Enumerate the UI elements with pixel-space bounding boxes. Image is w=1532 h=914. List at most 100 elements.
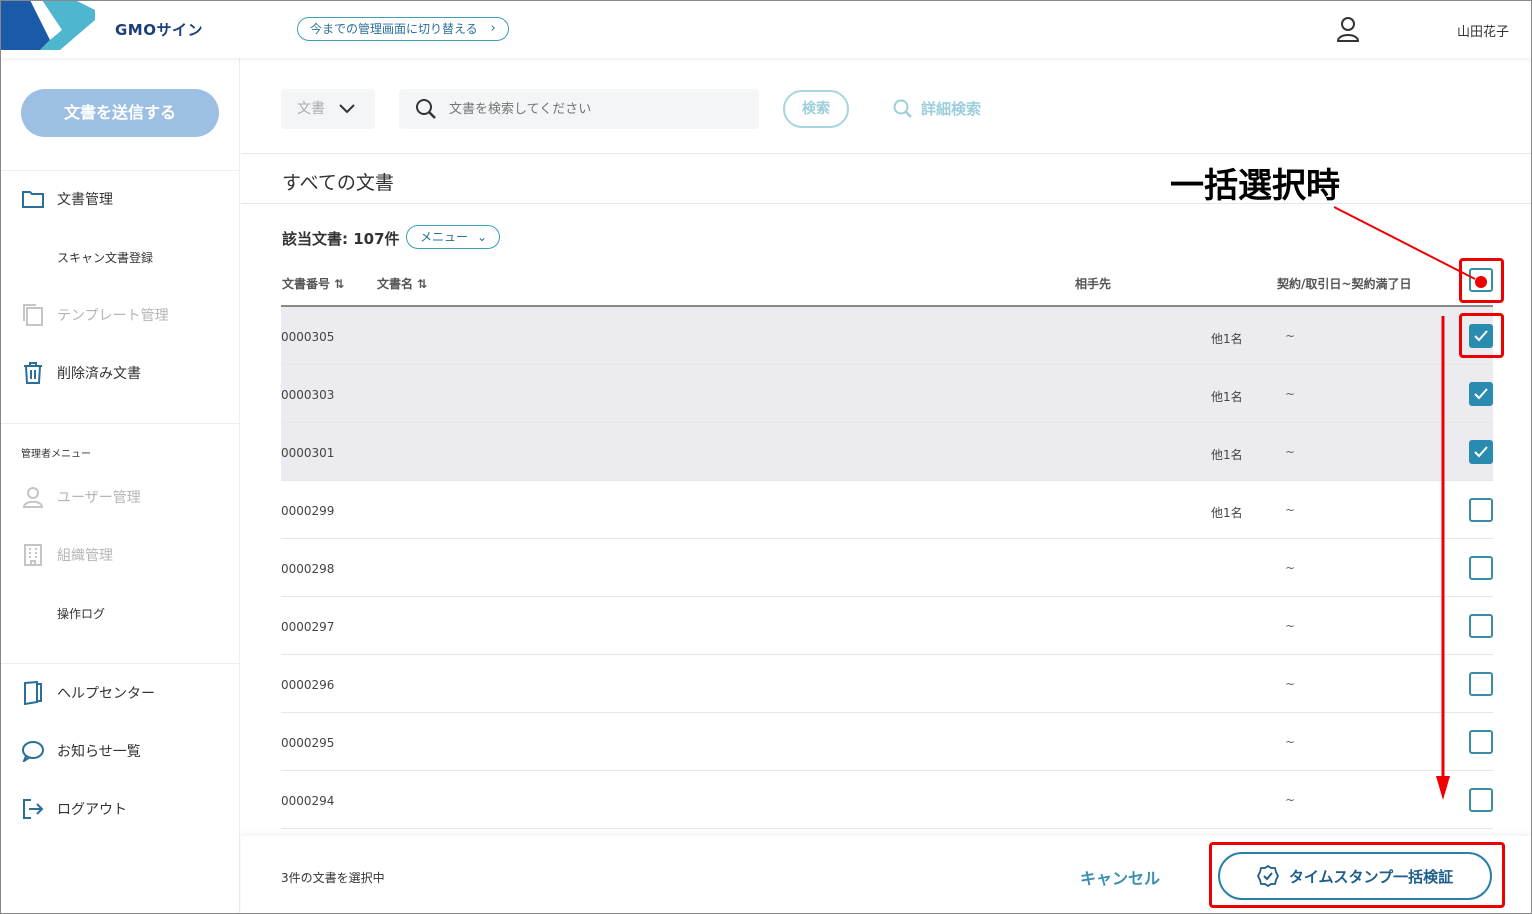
sidebar-item-organization[interactable]: 組織管理: [0, 540, 240, 570]
sidebar-item-logout[interactable]: ログアウト: [0, 794, 240, 824]
send-document-button[interactable]: 文書を送信する: [21, 89, 219, 137]
column-header-party: 相手先: [1075, 277, 1112, 291]
annotation-pointer-line: [1333, 206, 1476, 280]
document-number: 0000301: [281, 446, 335, 460]
switch-admin-button[interactable]: 今までの管理画面に切り替える ›: [297, 17, 509, 41]
sidebar-divider: [0, 170, 240, 171]
contract-date: ~: [1285, 387, 1296, 401]
user-icon: [21, 485, 45, 509]
row-checkbox[interactable]: [1469, 556, 1493, 580]
advanced-search-link[interactable]: 詳細検索: [893, 98, 981, 119]
doc-type-select[interactable]: 文書: [281, 89, 375, 129]
sidebar-item-label: 文書管理: [57, 192, 113, 208]
contract-date: ~: [1285, 503, 1296, 517]
sidebar-divider: [0, 423, 240, 424]
sidebar-item-users[interactable]: ユーザー管理: [0, 482, 240, 512]
counterparty: 他1名: [1211, 448, 1243, 462]
menu-dropdown-button[interactable]: メニュー ⌄: [406, 225, 500, 249]
row-checkbox[interactable]: [1469, 788, 1493, 812]
contract-date: ~: [1285, 735, 1296, 749]
search-icon: [893, 99, 912, 118]
column-header-name[interactable]: 文書名 ⇅: [377, 275, 427, 292]
document-number: 0000294: [281, 794, 335, 808]
sidebar-item-label: テンプレート管理: [57, 308, 169, 324]
help-icon: [21, 681, 45, 705]
table-row[interactable]: 0000294 ~: [281, 771, 1493, 829]
logo-text: GMOサイン: [115, 21, 203, 39]
contract-date: ~: [1285, 619, 1296, 633]
chevron-down-icon: [339, 89, 355, 130]
document-number: 0000296: [281, 678, 335, 692]
cancel-button[interactable]: キャンセル: [1080, 865, 1160, 889]
switch-admin-label: 今までの管理画面に切り替える: [310, 22, 478, 36]
row-checkbox[interactable]: [1469, 382, 1493, 406]
chat-icon: [21, 739, 45, 763]
doc-type-value: 文書: [297, 101, 325, 117]
user-name[interactable]: 山田花子: [1457, 21, 1509, 40]
table-row[interactable]: 0000303 他1名 ~: [281, 365, 1493, 423]
document-number: 0000295: [281, 736, 335, 750]
annotation-box-first-row: [1459, 313, 1504, 358]
contract-date: ~: [1285, 793, 1296, 807]
sidebar: 文書を送信する 文書管理 スキャン文書登録 テンプレート管理 削除済み文書 管理…: [0, 58, 240, 914]
row-checkbox[interactable]: [1469, 498, 1493, 522]
sidebar-item-deleted[interactable]: 削除済み文書: [0, 358, 240, 388]
counterparty: 他1名: [1211, 332, 1243, 346]
check-icon: [1474, 388, 1488, 400]
sidebar-item-help[interactable]: ヘルプセンター: [0, 678, 240, 708]
chevron-right-icon: ›: [490, 21, 496, 36]
sidebar-item-label: 削除済み文書: [57, 366, 141, 382]
logo-mark-icon: [0, 0, 95, 50]
document-number: 0000298: [281, 562, 335, 576]
page-title: すべての文書: [282, 172, 394, 194]
row-checkbox[interactable]: [1469, 440, 1493, 464]
document-number: 0000297: [281, 620, 335, 634]
template-icon: [21, 303, 45, 327]
chevron-down-icon: ⌄: [476, 230, 487, 244]
sidebar-item-documents[interactable]: 文書管理: [0, 184, 240, 214]
sidebar-item-label: 組織管理: [57, 548, 113, 564]
document-number: 0000299: [281, 504, 335, 518]
table-row[interactable]: 0000299 他1名 ~: [281, 481, 1493, 539]
annotation-box-select-all: [1459, 258, 1504, 303]
user-account-icon[interactable]: [1336, 16, 1360, 42]
contract-date: ~: [1285, 329, 1296, 343]
sidebar-divider: [0, 663, 240, 664]
sidebar-item-operation-log[interactable]: 操作ログ: [0, 598, 240, 628]
sidebar-item-notices[interactable]: お知らせ一覧: [0, 736, 240, 766]
column-header-date: 契約/取引日~契約満了日: [1277, 277, 1412, 291]
admin-section-label: 管理者メニュー: [21, 449, 91, 460]
search-icon: [416, 99, 436, 119]
sidebar-item-scan-register[interactable]: スキャン文書登録: [0, 242, 240, 272]
table-row[interactable]: 0000297 ~: [281, 597, 1493, 655]
sidebar-item-label: ユーザー管理: [57, 490, 141, 506]
document-number: 0000305: [281, 330, 335, 344]
sort-icon: ⇅: [334, 277, 345, 291]
table-row[interactable]: 0000295 ~: [281, 713, 1493, 771]
table-row[interactable]: 0000298 ~: [281, 539, 1493, 597]
table-row[interactable]: 0000305 他1名 ~: [281, 307, 1493, 365]
table-row[interactable]: 0000301 他1名 ~: [281, 423, 1493, 481]
annotation-box-verify-button: [1209, 842, 1505, 908]
counterparty: 他1名: [1211, 390, 1243, 404]
search-input[interactable]: [399, 89, 759, 129]
sidebar-item-label: ログアウト: [57, 802, 127, 818]
row-checkbox[interactable]: [1469, 614, 1493, 638]
advanced-search-label: 詳細検索: [921, 100, 982, 118]
table-row[interactable]: 0000296 ~: [281, 655, 1493, 713]
contract-date: ~: [1285, 561, 1296, 575]
sidebar-item-label: お知らせ一覧: [57, 744, 141, 760]
annotation-label: 一括選択時: [1170, 166, 1340, 206]
search-bar: 文書 検索 詳細検索: [241, 58, 1532, 154]
result-count: 該当文書: 107件: [282, 230, 400, 248]
sidebar-item-label: ヘルプセンター: [57, 686, 155, 702]
counterparty: 他1名: [1211, 506, 1243, 520]
row-checkbox[interactable]: [1469, 730, 1493, 754]
menu-label: メニュー: [420, 230, 469, 244]
sort-icon: ⇅: [417, 277, 428, 291]
row-checkbox[interactable]: [1469, 672, 1493, 696]
trash-icon: [21, 361, 45, 385]
search-button[interactable]: 検索: [783, 90, 849, 128]
column-header-number[interactable]: 文書番号 ⇅: [282, 275, 344, 292]
sidebar-item-templates[interactable]: テンプレート管理: [0, 300, 240, 330]
